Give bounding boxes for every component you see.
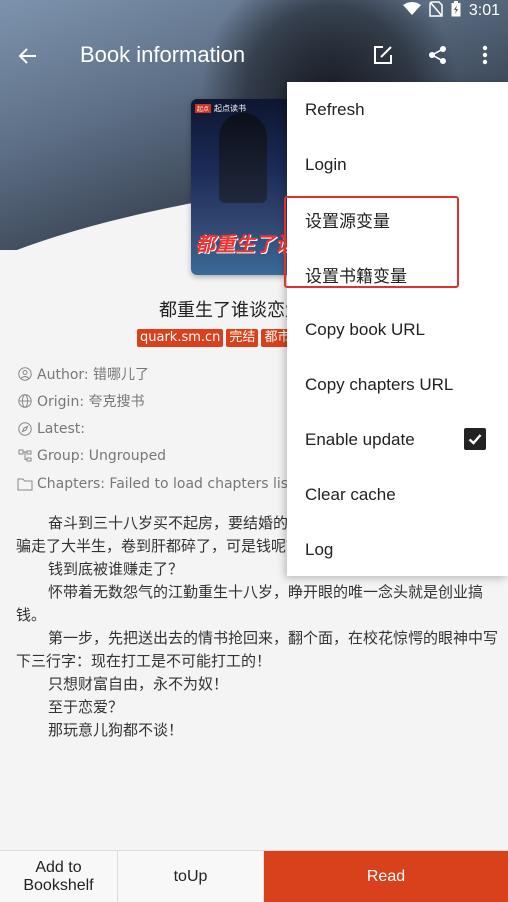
tag-source: quark.sm.cn bbox=[137, 329, 224, 347]
menu-item-log[interactable]: Log bbox=[287, 522, 508, 577]
add-to-bookshelf-button[interactable]: Add to Bookshelf bbox=[0, 851, 118, 902]
page-title: Book information bbox=[80, 42, 246, 67]
wifi-icon bbox=[402, 2, 421, 20]
author-text: Author: 错哪儿了 bbox=[37, 366, 150, 383]
menu-item-refresh[interactable]: Refresh bbox=[287, 82, 508, 137]
battery-icon bbox=[451, 1, 461, 21]
overflow-menu: Refresh Login 设置源变量 设置书籍变量 Copy book URL… bbox=[287, 82, 508, 576]
back-arrow-icon[interactable] bbox=[12, 40, 44, 72]
latest-text: Latest: bbox=[37, 420, 85, 437]
person-icon bbox=[16, 365, 34, 383]
book-tags: quark.sm.cn 完结 都市 bbox=[137, 329, 294, 347]
more-vert-icon[interactable] bbox=[472, 42, 498, 68]
origin-text: Origin: 夸克搜书 bbox=[37, 394, 145, 411]
menu-item-enable-update[interactable]: Enable update bbox=[287, 412, 508, 467]
read-button[interactable]: Read bbox=[264, 851, 508, 902]
globe-icon bbox=[16, 392, 34, 410]
bottom-action-bar: Add to Bookshelf toUp Read bbox=[0, 850, 508, 902]
intro-line: 第一步，先把送出去的情书抢回来，翻个面，在校花惊愕的眼神中写下三行字：现在打工是… bbox=[16, 629, 499, 670]
cover-title-art: 都重生了谁谈恋爱 bbox=[195, 232, 295, 256]
status-bar: 3:01 bbox=[0, 0, 508, 22]
checkmark-icon bbox=[468, 434, 482, 445]
cover-publisher-tag: 起点 bbox=[195, 104, 212, 113]
intro-line: 那玩意儿狗都不谈！ bbox=[48, 721, 184, 739]
chapters-text: Chapters: Failed to load chapters list bbox=[37, 475, 294, 492]
enable-update-label: Enable update bbox=[305, 429, 415, 449]
intro-line: 怀带着无数怨气的江勤重生十八岁，睁开眼的唯一念头就是创业搞钱。 bbox=[16, 583, 484, 624]
to-up-button[interactable]: toUp bbox=[118, 851, 264, 902]
book-cover[interactable]: 起点 起点读书 都重生了谁谈恋爱 bbox=[191, 99, 295, 275]
menu-item-set-book-variable[interactable]: 设置书籍变量 bbox=[287, 247, 508, 302]
menu-item-clear-cache[interactable]: Clear cache bbox=[287, 467, 508, 522]
edit-icon[interactable] bbox=[370, 42, 396, 68]
cover-figure bbox=[219, 113, 267, 203]
folder-icon bbox=[16, 475, 34, 493]
menu-item-set-source-variable[interactable]: 设置源变量 bbox=[287, 192, 508, 247]
toolbar: Book information bbox=[0, 22, 508, 88]
intro-line: 只想财富自由，永不为奴！ bbox=[48, 675, 229, 693]
group-tree-icon bbox=[16, 447, 34, 465]
tag-status: 完结 bbox=[226, 329, 259, 347]
group-text: Group: Ungrouped bbox=[37, 448, 167, 465]
menu-item-copy-chapters-url[interactable]: Copy chapters URL bbox=[287, 357, 508, 412]
compass-icon bbox=[16, 420, 34, 438]
no-sim-icon bbox=[429, 1, 443, 21]
status-time: 3:01 bbox=[468, 2, 500, 19]
menu-item-copy-book-url[interactable]: Copy book URL bbox=[287, 302, 508, 357]
share-icon[interactable] bbox=[425, 42, 451, 68]
intro-line: 至于恋爱？ bbox=[48, 698, 124, 716]
menu-item-login[interactable]: Login bbox=[287, 137, 508, 192]
enable-update-checkbox[interactable] bbox=[464, 428, 486, 450]
